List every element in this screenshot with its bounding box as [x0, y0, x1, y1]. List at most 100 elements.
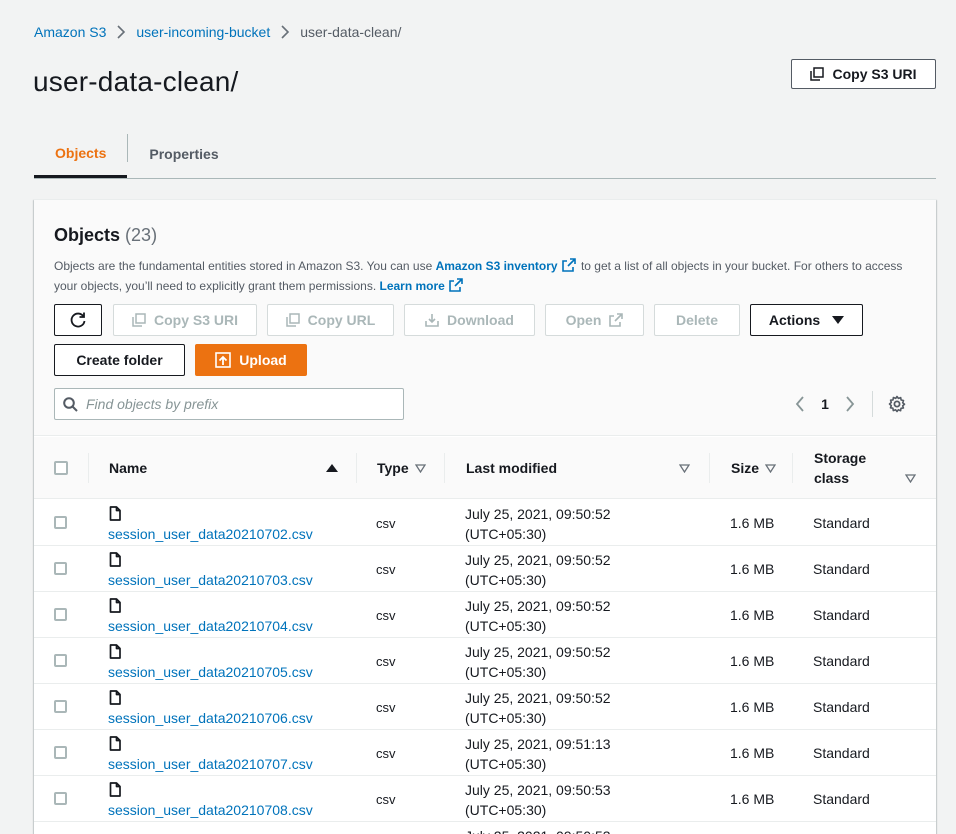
modified-date: July 25, 2021, 09:50:52 — [465, 644, 611, 660]
sort-icon — [765, 463, 777, 473]
learn-more-link[interactable]: Learn more — [379, 279, 444, 293]
object-name-link[interactable]: session_user_data20210703.csv — [108, 572, 313, 588]
modified-timezone: (UTC+05:30) — [465, 526, 547, 542]
object-storage-class: Standard — [813, 653, 870, 669]
column-size-label: Size — [731, 460, 760, 476]
copy-s3-uri-toolbar-label: Copy S3 URI — [153, 312, 238, 328]
file-icon — [109, 644, 121, 664]
column-separator — [356, 453, 357, 483]
objects-description: Objects are the fundamental entities sto… — [54, 256, 914, 296]
upload-button[interactable]: Upload — [195, 344, 307, 376]
file-icon — [109, 598, 121, 618]
table-row[interactable]: session_user_data20210705.csv csv July 25,… — [34, 638, 936, 684]
table-row[interactable]: session_user_data20210707.csv csv July 25,… — [34, 730, 936, 776]
sort-icon — [414, 463, 426, 473]
object-last-modified: July 25, 2021, 09:50:52 (UTC+05:30) — [465, 596, 611, 636]
table-row[interactable]: session_user_data20210702.csv csv July 25,… — [34, 500, 936, 546]
sort-ascending-icon — [326, 464, 338, 472]
column-header-last-modified[interactable]: Last modified — [466, 437, 691, 499]
actions-dropdown[interactable]: Actions — [750, 304, 863, 336]
objects-title: Objects — [54, 225, 121, 245]
table-row[interactable]: session_user_data20210706.csv csv July 25,… — [34, 684, 936, 730]
next-page-button[interactable] — [840, 396, 860, 412]
breadcrumb-current: user-data-clean/ — [300, 24, 402, 40]
column-header-size[interactable]: Size — [731, 437, 791, 499]
row-checkbox[interactable] — [54, 516, 67, 529]
download-icon — [425, 314, 439, 327]
column-separator — [88, 453, 89, 483]
column-header-type[interactable]: Type — [377, 437, 447, 499]
row-checkbox[interactable] — [54, 746, 67, 759]
modified-date: July 25, 2021, 09:51:13 — [465, 736, 611, 752]
chevron-right-icon — [106, 25, 136, 39]
modified-date: July 25, 2021, 09:50:52 — [465, 598, 611, 614]
copy-url-button[interactable]: Copy URL — [267, 304, 394, 336]
column-header-storage-class[interactable]: Storage class — [814, 437, 924, 499]
modified-timezone: (UTC+05:30) — [465, 572, 547, 588]
file-icon — [109, 782, 121, 802]
tab-bar: Objects Properties — [34, 130, 936, 179]
s3-inventory-link[interactable]: Amazon S3 inventory — [436, 259, 558, 273]
table-row[interactable]: session_user_data20210708.csv csv July 25,… — [34, 776, 936, 822]
sort-icon — [679, 464, 690, 473]
pagination: 1 — [790, 388, 907, 420]
tab-properties[interactable]: Properties — [128, 130, 239, 178]
table-row[interactable]: July 25, 2021, 09:50:53 — [34, 822, 936, 834]
table-row[interactable]: session_user_data20210704.csv csv July 25,… — [34, 592, 936, 638]
chevron-right-icon — [846, 396, 855, 412]
open-button[interactable]: Open — [545, 304, 644, 336]
objects-panel: Objects (23) Objects are the fundamental… — [34, 199, 936, 834]
external-link-icon — [449, 278, 463, 292]
current-page-number[interactable]: 1 — [810, 396, 840, 412]
row-checkbox[interactable] — [54, 562, 67, 575]
object-name-link[interactable]: session_user_data20210706.csv — [108, 710, 313, 726]
object-size: 1.6 MB — [730, 607, 775, 623]
objects-count: (23) — [125, 225, 158, 245]
column-storage-class-label: Storage class — [814, 448, 866, 488]
copy-icon — [810, 67, 825, 81]
create-folder-button[interactable]: Create folder — [54, 344, 185, 376]
table-row[interactable]: session_user_data20210703.csv csv July 25,… — [34, 546, 936, 592]
delete-button[interactable]: Delete — [654, 304, 740, 336]
upload-icon — [215, 352, 232, 368]
download-button[interactable]: Download — [404, 304, 535, 336]
previous-page-button[interactable] — [790, 396, 810, 412]
copy-s3-uri-button[interactable]: Copy S3 URI — [791, 59, 936, 89]
object-storage-class: Standard — [813, 607, 870, 623]
column-separator — [792, 453, 793, 483]
settings-icon — [888, 395, 906, 413]
file-icon — [109, 690, 121, 710]
object-size: 1.6 MB — [730, 745, 775, 761]
storage-label-line2: class — [814, 470, 850, 486]
object-size: 1.6 MB — [730, 561, 775, 577]
row-checkbox[interactable] — [54, 608, 67, 621]
modified-date: July 25, 2021, 09:50:52 — [465, 506, 611, 522]
modified-date: July 25, 2021, 09:50:52 — [465, 690, 611, 706]
modified-timezone: (UTC+05:30) — [465, 756, 547, 772]
object-name-link[interactable]: session_user_data20210702.csv — [108, 526, 313, 542]
delete-label: Delete — [675, 312, 719, 328]
external-link-icon — [609, 313, 624, 327]
search-input[interactable] — [86, 396, 386, 412]
row-checkbox[interactable] — [54, 654, 67, 667]
breadcrumb-bucket[interactable]: user-incoming-bucket — [136, 24, 270, 40]
column-header-name[interactable]: Name — [109, 437, 339, 499]
object-name-link[interactable]: session_user_data20210708.csv — [108, 802, 313, 818]
upload-label: Upload — [239, 352, 287, 368]
page-title: user-data-clean/ — [33, 66, 239, 97]
object-name-link[interactable]: session_user_data20210704.csv — [108, 618, 313, 634]
preferences-button[interactable] — [887, 395, 907, 413]
row-checkbox[interactable] — [54, 792, 67, 805]
copy-s3-uri-toolbar-button[interactable]: Copy S3 URI — [113, 304, 257, 336]
breadcrumb-amazon-s3[interactable]: Amazon S3 — [34, 24, 106, 40]
refresh-button[interactable] — [54, 304, 102, 336]
row-checkbox[interactable] — [54, 700, 67, 713]
chevron-left-icon — [795, 396, 804, 412]
select-all-checkbox[interactable] — [54, 461, 68, 475]
column-name-label: Name — [109, 460, 148, 476]
column-separator — [444, 453, 445, 483]
tab-objects[interactable]: Objects — [34, 130, 128, 178]
object-name-link[interactable]: session_user_data20210707.csv — [108, 756, 313, 772]
object-name-link[interactable]: session_user_data20210705.csv — [108, 664, 313, 680]
sort-icon — [905, 474, 916, 483]
